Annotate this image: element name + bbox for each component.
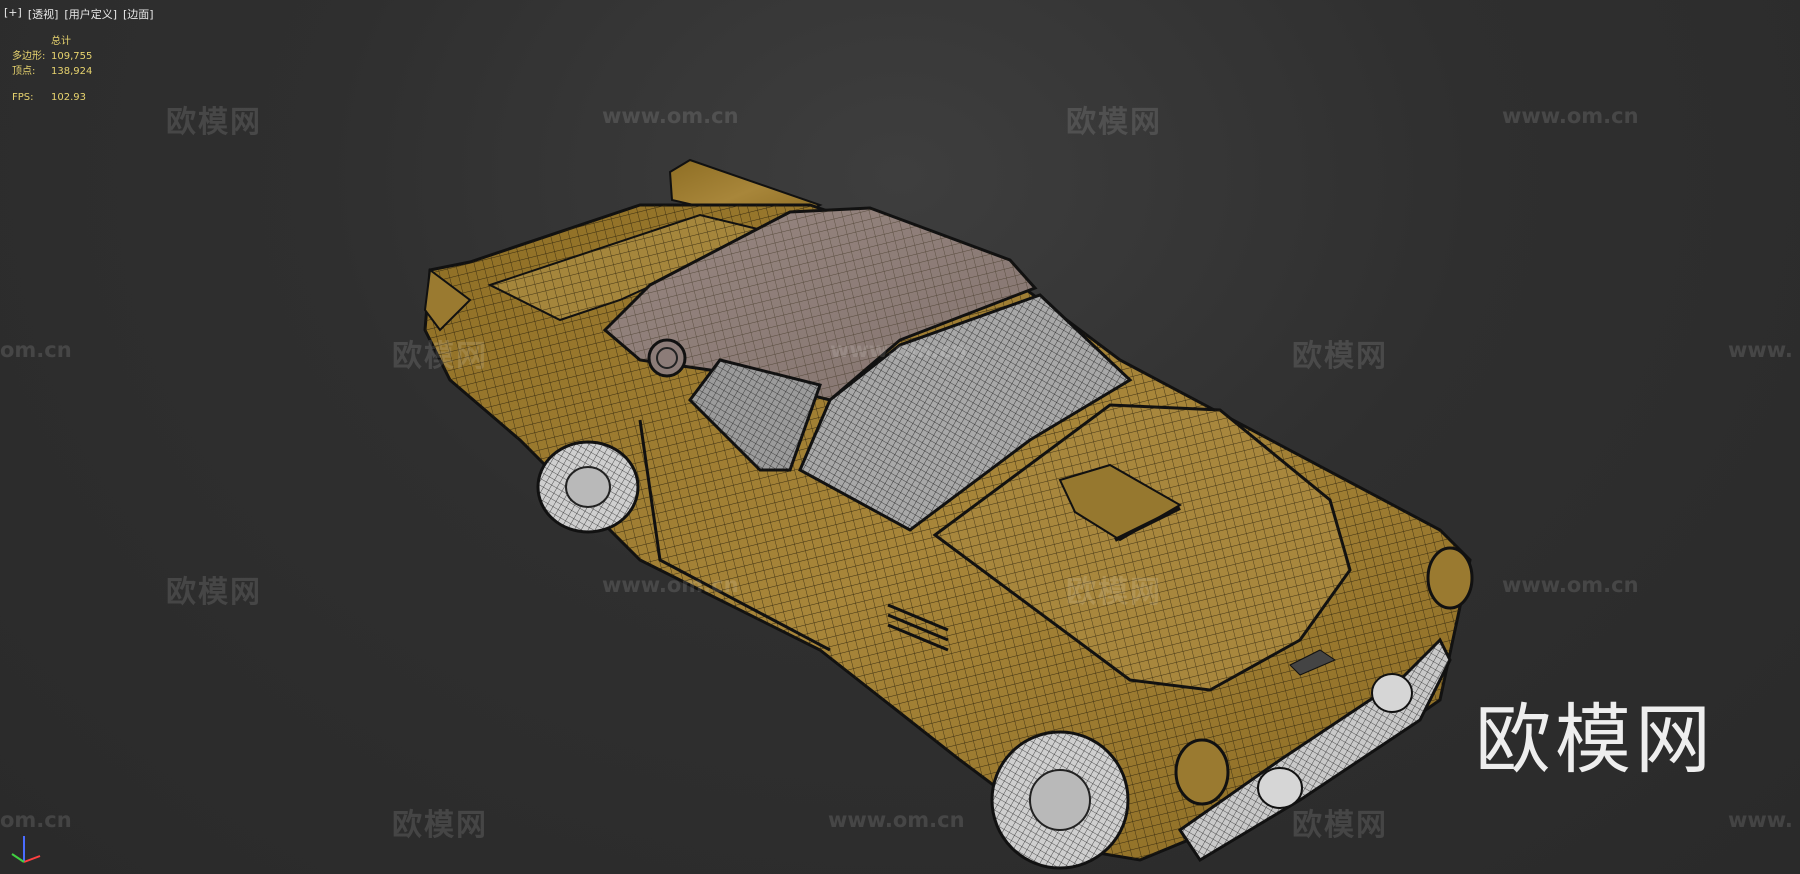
- watermark-url: www.om.cn: [1502, 104, 1639, 128]
- watermark-url: www.om.cn: [1502, 573, 1639, 597]
- watermark-brand: 欧模网: [1066, 575, 1162, 610]
- watermark-url: www.om.cn: [602, 573, 739, 597]
- watermark-brand: 欧模网: [392, 808, 488, 843]
- watermark-url-partial: www.: [1728, 808, 1793, 832]
- watermark-url-partial: om.cn: [0, 338, 72, 362]
- watermark-url: www.om.cn: [828, 808, 965, 832]
- watermark-brand: 欧模网: [1292, 339, 1388, 374]
- watermark-brand: 欧模网: [392, 339, 488, 374]
- watermark-brand: 欧模网: [166, 105, 262, 140]
- watermark-url: www.om.cn: [602, 104, 739, 128]
- 3d-viewport[interactable]: [+] [透视] [用户定义] [边面] 总计 多边形: 109,755 顶点: 1…: [0, 0, 1800, 874]
- watermark-brand-large: 欧模网: [1475, 695, 1715, 784]
- watermark-brand: 欧模网: [1292, 808, 1388, 843]
- watermark-brand: 欧模网: [166, 575, 262, 610]
- watermark-url-partial: www.: [1728, 338, 1793, 362]
- xyz-axis-icon: [11, 836, 41, 863]
- watermark-brand: 欧模网: [1066, 105, 1162, 140]
- watermark-url: www.om.cn: [830, 338, 967, 362]
